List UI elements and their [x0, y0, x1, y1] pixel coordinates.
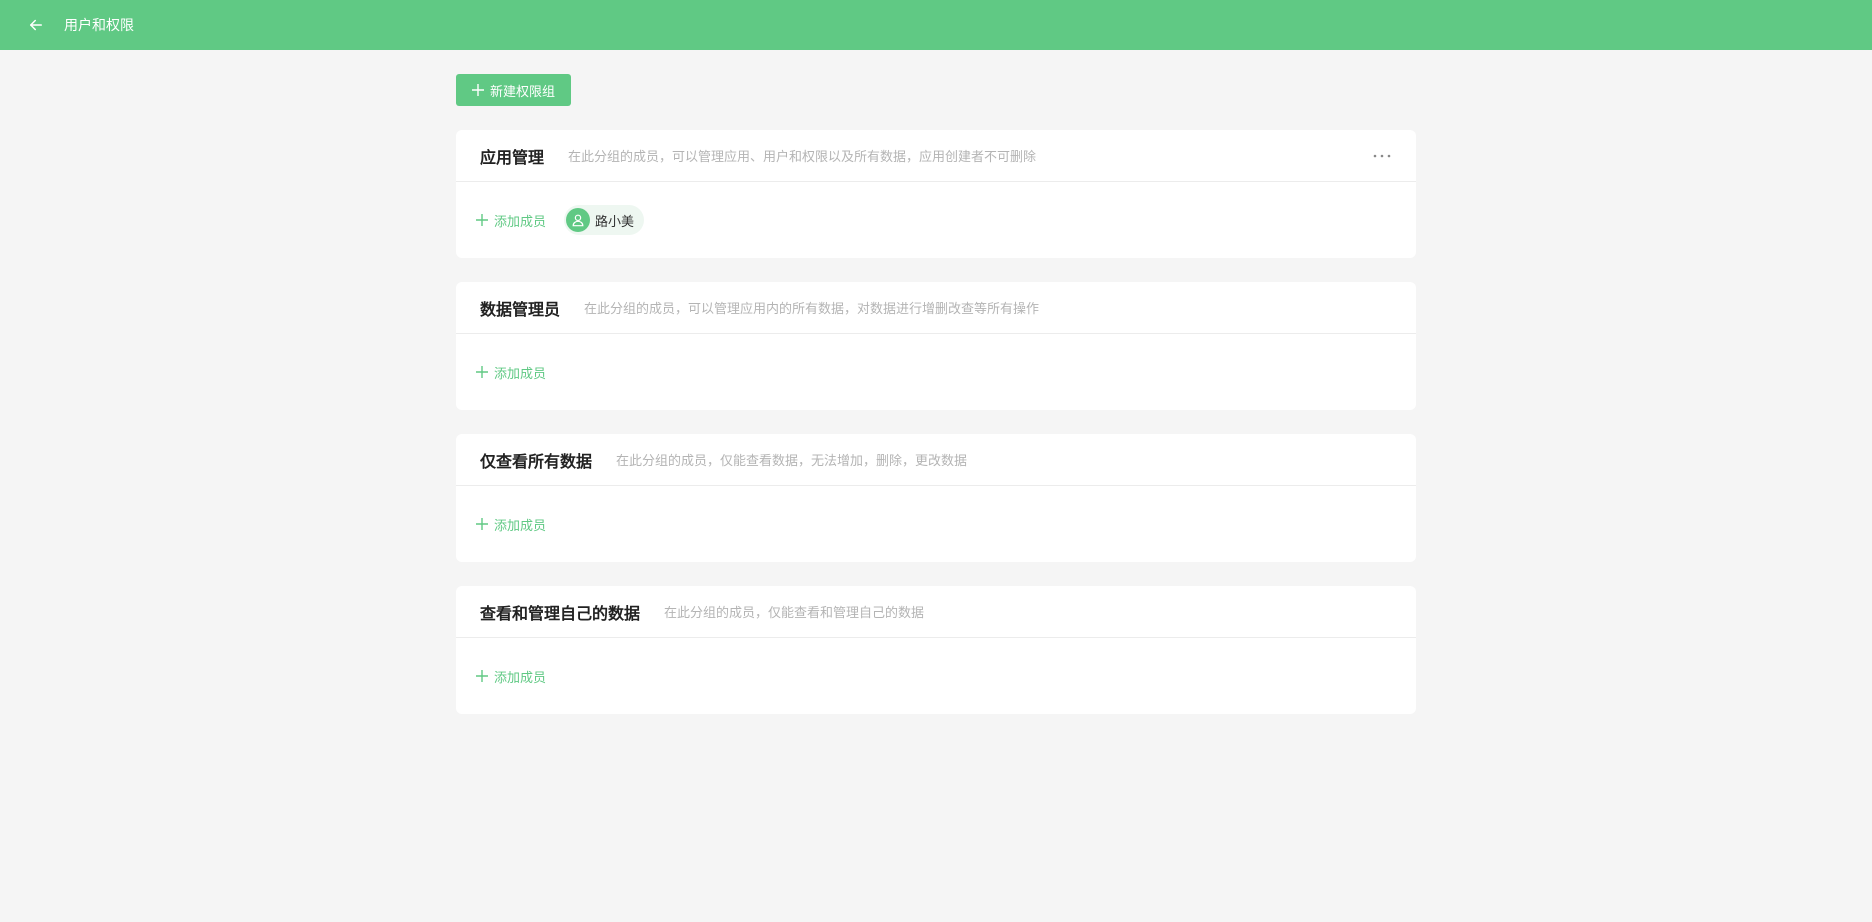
permission-group-description: 在此分组的成员，可以管理应用、用户和权限以及所有数据，应用创建者不可删除	[568, 150, 1037, 165]
permission-group-members: 添加成员	[456, 334, 1416, 410]
permission-group-name: 仅查看所有数据	[480, 451, 593, 471]
permission-group-name: 应用管理	[480, 147, 545, 167]
add-member-button[interactable]: 添加成员	[476, 515, 546, 534]
permission-group-header: 查看和管理自己的数据 在此分组的成员，仅能查看和管理自己的数据	[456, 586, 1416, 638]
more-options-button[interactable]	[1370, 144, 1394, 168]
new-permission-group-button[interactable]: 新建权限组	[456, 74, 572, 106]
avatar	[566, 208, 591, 232]
permission-group-description: 在此分组的成员，可以管理应用内的所有数据，对数据进行增删改查等所有操作	[584, 302, 1040, 317]
plus-icon	[476, 366, 488, 378]
new-permission-group-label: 新建权限组	[490, 84, 556, 100]
top-bar: 用户和权限	[0, 0, 1872, 50]
permission-group-description: 在此分组的成员，仅能查看和管理自己的数据	[664, 606, 925, 621]
permission-group-description: 在此分组的成员，仅能查看数据，无法增加，删除，更改数据	[616, 454, 968, 469]
user-icon	[572, 214, 584, 227]
arrow-left-icon	[30, 19, 42, 31]
permission-group-header: 应用管理 在此分组的成员，可以管理应用、用户和权限以及所有数据，应用创建者不可删…	[456, 130, 1416, 182]
permission-group-members: 添加成员	[456, 486, 1416, 562]
add-member-label: 添加成员	[494, 518, 547, 534]
permission-group-name: 数据管理员	[480, 299, 561, 319]
permission-group-card: 查看和管理自己的数据 在此分组的成员，仅能查看和管理自己的数据 添加成员	[456, 586, 1416, 714]
add-member-label: 添加成员	[494, 670, 547, 686]
member-name: 路小美	[595, 214, 635, 230]
main-content: 新建权限组 应用管理 在此分组的成员，可以管理应用、用户和权限以及所有数据，应用…	[456, 74, 1416, 714]
member-chip[interactable]: 路小美	[564, 205, 645, 235]
permission-group-card: 仅查看所有数据 在此分组的成员，仅能查看数据，无法增加，删除，更改数据 添加成员	[456, 434, 1416, 562]
plus-icon	[472, 84, 484, 96]
plus-icon	[476, 670, 488, 682]
add-member-button[interactable]: 添加成员	[476, 211, 546, 230]
add-member-label: 添加成员	[494, 214, 547, 230]
permission-group-name: 查看和管理自己的数据	[480, 603, 641, 623]
plus-icon	[476, 214, 488, 226]
page-title: 用户和权限	[64, 18, 134, 34]
back-button[interactable]	[16, 5, 56, 45]
add-member-button[interactable]: 添加成员	[476, 667, 546, 686]
add-member-label: 添加成员	[494, 366, 547, 382]
plus-icon	[476, 518, 488, 530]
permission-group-card: 应用管理 在此分组的成员，可以管理应用、用户和权限以及所有数据，应用创建者不可删…	[456, 130, 1416, 258]
more-horizontal-icon	[1373, 154, 1391, 158]
permission-group-members: 添加成员 路小美	[456, 182, 1416, 258]
permission-group-header: 数据管理员 在此分组的成员，可以管理应用内的所有数据，对数据进行增删改查等所有操…	[456, 282, 1416, 334]
permission-group-members: 添加成员	[456, 638, 1416, 714]
add-member-button[interactable]: 添加成员	[476, 363, 546, 382]
permission-group-header: 仅查看所有数据 在此分组的成员，仅能查看数据，无法增加，删除，更改数据	[456, 434, 1416, 486]
permission-group-card: 数据管理员 在此分组的成员，可以管理应用内的所有数据，对数据进行增删改查等所有操…	[456, 282, 1416, 410]
